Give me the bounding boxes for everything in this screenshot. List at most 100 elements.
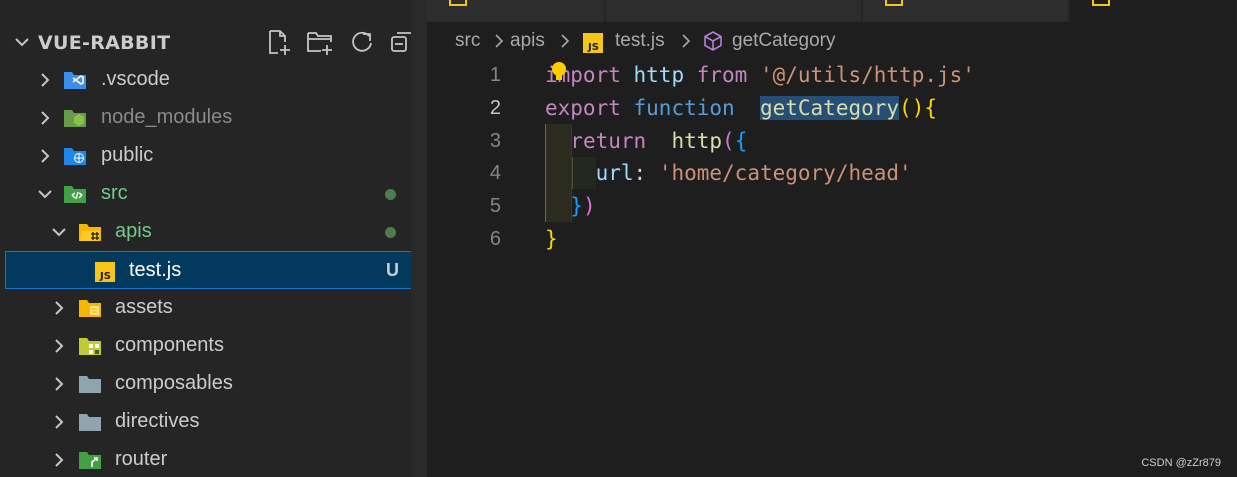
chevron-right-icon[interactable] — [35, 108, 55, 128]
tree-item-test-js[interactable]: JS test.js U — [5, 251, 427, 289]
components-folder-icon — [78, 335, 102, 357]
chevron-down-icon[interactable] — [49, 222, 69, 242]
code-token: } — [570, 194, 583, 218]
tree-item-label: components — [115, 334, 224, 356]
tree-item-label: assets — [115, 296, 173, 318]
code-token: http — [633, 63, 685, 87]
router-folder-icon — [78, 449, 102, 471]
chevron-right-icon — [492, 33, 506, 49]
chevron-right-icon[interactable] — [49, 374, 69, 394]
tree-item-apis[interactable]: apis — [5, 213, 427, 251]
src-folder-icon — [63, 183, 87, 205]
public-folder-icon — [63, 145, 87, 167]
code-line[interactable]: } — [545, 227, 558, 251]
code-token: ) — [582, 194, 596, 218]
code-token: url — [595, 161, 634, 185]
folder-icon — [78, 411, 102, 433]
tree-item-label: public — [101, 144, 154, 166]
js-file-icon: JS — [93, 261, 117, 283]
line-number: 4 — [489, 162, 501, 184]
tree-item-assets[interactable]: assets — [5, 289, 427, 327]
code-line[interactable]: url: 'home/category/head' — [545, 161, 912, 185]
code-line[interactable]: }) — [545, 194, 596, 218]
editor-tab[interactable] — [606, 0, 862, 22]
sidebar-top-remnant: ··· — [0, 0, 427, 6]
tree-item-components[interactable]: components — [5, 327, 427, 365]
breadcrumb-item-src[interactable]: src — [455, 30, 480, 52]
tree-item-router[interactable]: router — [5, 441, 427, 477]
node-folder-icon — [63, 107, 87, 129]
code-line[interactable]: return http({ — [545, 129, 747, 153]
tree-item-composables[interactable]: composables — [5, 365, 427, 403]
breadcrumb-item-apis[interactable]: apis — [510, 30, 545, 52]
tree-item-label: directives — [115, 410, 200, 432]
modified-dot-icon — [385, 189, 396, 200]
code-line-current[interactable]: export function getCategory(){ — [545, 96, 937, 120]
code-token: function — [633, 96, 735, 120]
new-file-icon[interactable] — [264, 28, 294, 56]
breadcrumb-item-file[interactable]: test.js — [615, 30, 665, 52]
svg-text:JS: JS — [587, 42, 599, 53]
assets-folder-icon — [78, 297, 102, 319]
code-token: return — [570, 129, 647, 153]
editor-tab[interactable] — [863, 0, 1069, 22]
watermark-text: CSDN @zZr879 — [1141, 457, 1221, 469]
tree-item-label: apis — [115, 220, 152, 242]
sidebar-scrollbar[interactable] — [411, 0, 427, 477]
tree-item-public[interactable]: public — [5, 137, 427, 175]
editor-area: src apis JS test.js getCategory 1 2 3 4 … — [427, 0, 1237, 477]
tree-item-label: .vscode — [101, 68, 170, 90]
chevron-right-icon[interactable] — [49, 336, 69, 356]
chevron-right-icon — [679, 33, 693, 49]
line-number: 6 — [489, 228, 501, 250]
tree-item-label: router — [115, 448, 168, 470]
tree-item-label: node_modules — [101, 106, 233, 128]
code-token: export — [545, 96, 621, 120]
sidebar-top-partial-text: ··· — [30, 0, 43, 5]
editor-tab-bar — [427, 0, 1237, 22]
code-token: : — [633, 161, 659, 185]
svg-text:JS: JS — [99, 271, 111, 282]
js-file-icon: JS — [582, 32, 604, 54]
editor-tab-active[interactable] — [1070, 0, 1237, 22]
code-token: { — [734, 129, 748, 153]
lightbulb-icon[interactable] — [549, 60, 569, 84]
chevron-right-icon[interactable] — [49, 412, 69, 432]
tree-item-label: composables — [115, 372, 233, 394]
tree-item-label: test.js — [129, 259, 182, 281]
tree-item-vscode[interactable]: .vscode — [5, 61, 427, 99]
tree-item-label: src — [101, 182, 128, 204]
tree-item-node-modules[interactable]: node_modules — [5, 99, 427, 137]
chevron-right-icon[interactable] — [35, 146, 55, 166]
code-line[interactable]: import http from '@/utils/http.js' — [545, 63, 975, 87]
code-token: http — [671, 129, 723, 153]
breadcrumb-item-symbol[interactable]: getCategory — [732, 30, 836, 52]
js-file-icon — [449, 0, 467, 6]
new-folder-icon[interactable] — [306, 28, 336, 56]
chevron-right-icon[interactable] — [49, 450, 69, 470]
chevron-right-icon[interactable] — [35, 70, 55, 90]
explorer-section-header[interactable]: VUE-RABBIT — [0, 24, 427, 60]
untracked-badge: U — [386, 260, 399, 280]
js-file-icon — [1092, 0, 1110, 6]
refresh-icon[interactable] — [348, 28, 378, 56]
code-token: } — [545, 227, 558, 251]
chevron-right-icon[interactable] — [49, 298, 69, 318]
editor-tab[interactable] — [427, 0, 605, 22]
js-file-icon — [885, 0, 903, 6]
chevron-down-icon[interactable] — [12, 32, 32, 52]
line-number: 5 — [489, 195, 501, 217]
line-number-current: 2 — [489, 97, 501, 119]
tree-item-src[interactable]: src — [5, 175, 427, 213]
modified-dot-icon — [385, 227, 396, 238]
chevron-down-icon[interactable] — [35, 184, 55, 204]
tree-item-directives[interactable]: directives — [5, 403, 427, 441]
code-token: ( — [722, 129, 735, 153]
folder-icon — [78, 373, 102, 395]
